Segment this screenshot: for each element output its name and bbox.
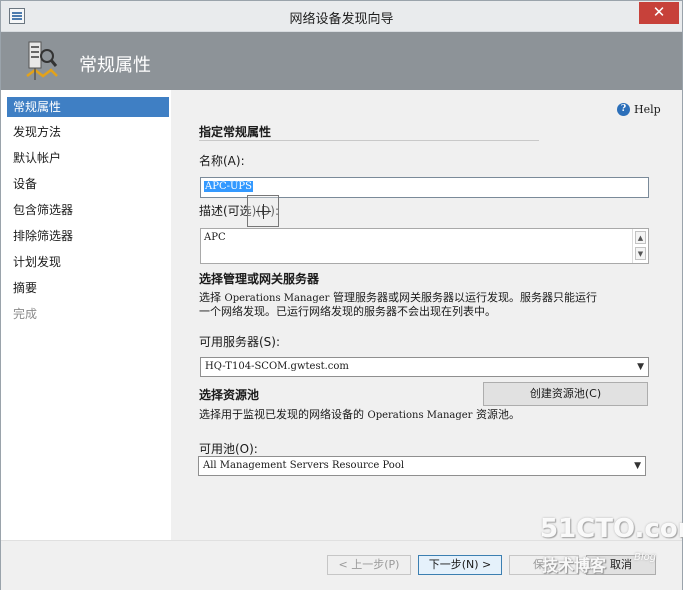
title-bar: 网络设备发现向导 ✕ [1, 1, 682, 32]
description-field[interactable]: APC ▲ ▼ [200, 228, 649, 264]
pool-description: 选择用于监视已发现的网络设备的 Operations Manager 资源池。 [199, 408, 520, 421]
next-button[interactable]: 下一步(N) > [418, 555, 502, 575]
chevron-down-icon: ▼ [637, 362, 644, 372]
watermark-site: 51CTO.com [540, 514, 683, 544]
sidebar-item-devices[interactable]: 设备 [7, 174, 169, 194]
server-select[interactable]: HQ-T104-SCOM.gwtest.com ▼ [200, 357, 649, 377]
name-label: 名称(A): [199, 154, 245, 168]
previous-button[interactable]: < 上一步(P) [327, 555, 411, 575]
sidebar-item-discovery-method[interactable]: 发现方法 [7, 122, 169, 142]
wizard-header: 常规属性 [1, 32, 682, 90]
help-icon: ? [617, 103, 630, 116]
close-button[interactable]: ✕ [639, 2, 679, 24]
sidebar-item-summary[interactable]: 摘要 [7, 278, 169, 298]
help-link[interactable]: ? Help [617, 103, 661, 116]
wizard-content: ? Help 指定常规属性 名称(A): APC-UPS 描述(可选)(D): … [171, 90, 682, 540]
scroll-down-icon[interactable]: ▼ [635, 247, 646, 260]
move-cursor-icon [247, 195, 279, 227]
server-label: 可用服务器(S): [199, 335, 281, 349]
page-title: 常规属性 [79, 55, 151, 76]
section-divider [199, 140, 539, 141]
server-description-line-2: 一个网络发现。已运行网络发现的服务器不会出现在列表中。 [199, 305, 496, 318]
chevron-down-icon: ▼ [634, 461, 641, 471]
pool-select-value: All Management Servers Resource Pool [203, 460, 405, 471]
server-select-value: HQ-T104-SCOM.gwtest.com [205, 361, 349, 372]
sidebar-item-completion: 完成 [13, 307, 38, 321]
server-description-line-1: 选择 Operations Manager 管理服务器或网关服务器以运行发现。服… [199, 291, 597, 304]
watermark-tagline: 技术博客 [542, 556, 607, 575]
network-discovery-icon [26, 41, 58, 80]
description-scrollbar[interactable]: ▲ ▼ [632, 229, 648, 263]
description-field-value: APC [204, 232, 226, 243]
sidebar-item-default-account[interactable]: 默认帐户 [7, 148, 169, 168]
help-label: Help [634, 103, 661, 116]
watermark-suffix: Blog [634, 552, 657, 563]
pool-label: 可用池(O): [199, 442, 258, 456]
section-server-title: 选择管理或网关服务器 [199, 272, 320, 286]
sidebar-item-schedule[interactable]: 计划发现 [7, 252, 169, 272]
pool-select[interactable]: All Management Servers Resource Pool ▼ [198, 456, 646, 476]
wizard-window: 网络设备发现向导 ✕ 常规属性 常规属性 发现方法 默认帐户 设备 包含筛选器 … [0, 0, 683, 590]
section-pool-title: 选择资源池 [199, 388, 260, 402]
wizard-sidebar: 常规属性 发现方法 默认帐户 设备 包含筛选器 排除筛选器 计划发现 摘要 完成 [1, 90, 171, 540]
sidebar-item-exclude-filters[interactable]: 排除筛选器 [7, 226, 169, 246]
name-field-value: APC-UPS [204, 181, 253, 192]
section-general-title: 指定常规属性 [199, 125, 272, 139]
scroll-up-icon[interactable]: ▲ [635, 231, 646, 244]
window-title: 网络设备发现向导 [289, 12, 394, 27]
sidebar-item-general[interactable]: 常规属性 [7, 97, 169, 117]
sidebar-item-include-filters[interactable]: 包含筛选器 [7, 200, 169, 220]
create-resource-pool-button[interactable]: 创建资源池(C) [483, 382, 648, 406]
